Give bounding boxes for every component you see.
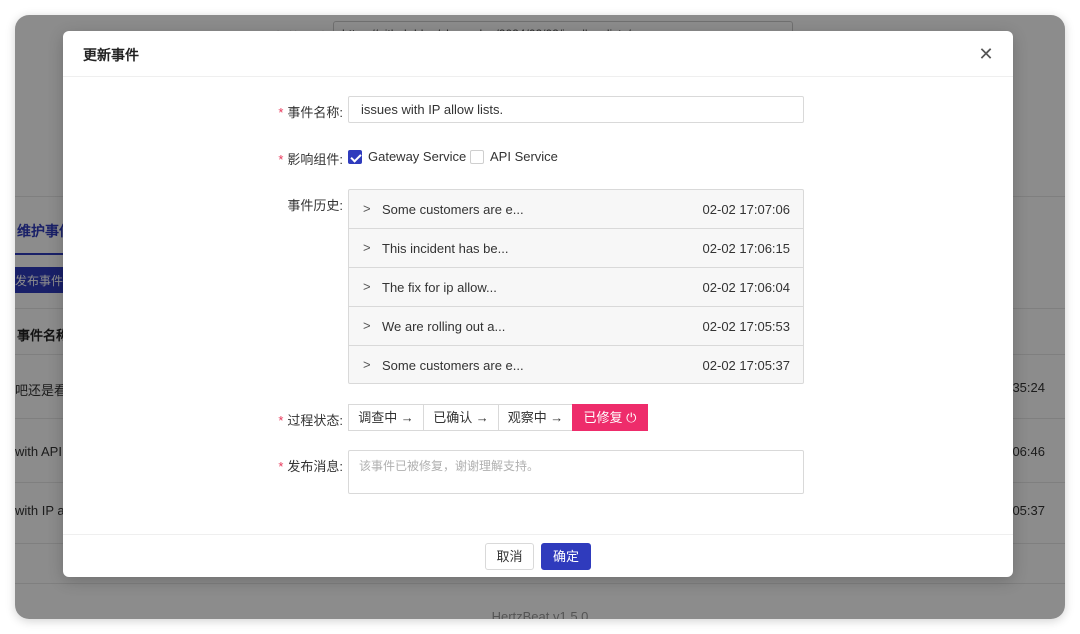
message-textarea[interactable]: 该事件已被修复，谢谢理解支持。 xyxy=(348,450,804,494)
chevron-right-icon[interactable]: > xyxy=(363,240,371,255)
history-item[interactable]: > We are rolling out a... 02-02 17:05:53 xyxy=(349,307,803,346)
history-item-time: 02-02 17:05:53 xyxy=(702,319,790,334)
event-history-list: > Some customers are e... 02-02 17:07:06… xyxy=(348,189,804,384)
confirm-button[interactable]: 确定 xyxy=(541,543,591,570)
history-item[interactable]: > This incident has be... 02-02 17:06:15 xyxy=(349,229,803,268)
history-item-text: Some customers are e... xyxy=(382,202,524,217)
history-item-text: The fix for ip allow... xyxy=(382,280,497,295)
chevron-right-icon[interactable]: > xyxy=(363,357,371,372)
event-name-label: * 事件名称: xyxy=(263,102,343,121)
history-item-time: 02-02 17:06:15 xyxy=(702,241,790,256)
gateway-service-label[interactable]: Gateway Service xyxy=(368,149,466,164)
history-item[interactable]: > The fix for ip allow... 02-02 17:06:04 xyxy=(349,268,803,307)
gateway-service-checkbox[interactable] xyxy=(348,150,362,164)
history-item[interactable]: > Some customers are e... 02-02 17:07:06 xyxy=(349,190,803,229)
chevron-right-icon[interactable]: > xyxy=(363,318,371,333)
event-name-input[interactable] xyxy=(348,96,804,123)
required-mark: * xyxy=(278,413,284,428)
api-service-checkbox[interactable] xyxy=(470,150,484,164)
event-name-label-text: 事件名称: xyxy=(287,105,343,120)
history-item-time: 02-02 17:07:06 xyxy=(702,202,790,217)
history-item-time: 02-02 17:05:37 xyxy=(702,358,790,373)
message-label: * 发布消息: xyxy=(263,456,343,475)
modal-header: 更新事件 ✕ xyxy=(63,31,1013,77)
chevron-right-icon[interactable]: > xyxy=(363,201,371,216)
history-label: 事件历史: xyxy=(287,198,343,213)
status-label-text: 过程状态: xyxy=(287,413,343,428)
chevron-right-icon[interactable]: > xyxy=(363,279,371,294)
history-item[interactable]: > Some customers are e... 02-02 17:05:37 xyxy=(349,346,803,385)
history-item-text: This incident has be... xyxy=(382,241,509,256)
status-investigating-button[interactable]: 调查中 → xyxy=(348,404,424,431)
modal-footer: 取消 确定 xyxy=(63,534,1013,577)
required-mark: * xyxy=(278,459,284,474)
history-item-text: Some customers are e... xyxy=(382,358,524,373)
update-event-modal: 更新事件 ✕ *事件名称: *影响组件: Gateway Service API… xyxy=(63,31,1013,577)
close-icon[interactable]: ✕ xyxy=(973,41,999,67)
required-mark: * xyxy=(278,105,284,120)
components-label-text: 影响组件: xyxy=(287,152,343,167)
modal-title: 更新事件 xyxy=(83,47,139,63)
screen: 标签网址 https://github.blog/changelog/2024/… xyxy=(0,0,1080,634)
status-resolved-button[interactable]: 已修复 ⏻ xyxy=(572,404,648,431)
components-label: * 影响组件: xyxy=(263,149,343,168)
api-service-label[interactable]: API Service xyxy=(490,149,558,164)
status-monitoring-button[interactable]: 观察中 → xyxy=(498,404,573,431)
status-label: * 过程状态: xyxy=(263,410,343,429)
required-mark: * xyxy=(278,152,284,167)
history-item-time: 02-02 17:06:04 xyxy=(702,280,790,295)
history-item-text: We are rolling out a... xyxy=(382,319,506,334)
status-identified-button[interactable]: 已确认 → xyxy=(423,404,499,431)
message-label-text: 发布消息: xyxy=(287,459,343,474)
cancel-button[interactable]: 取消 xyxy=(485,543,534,570)
